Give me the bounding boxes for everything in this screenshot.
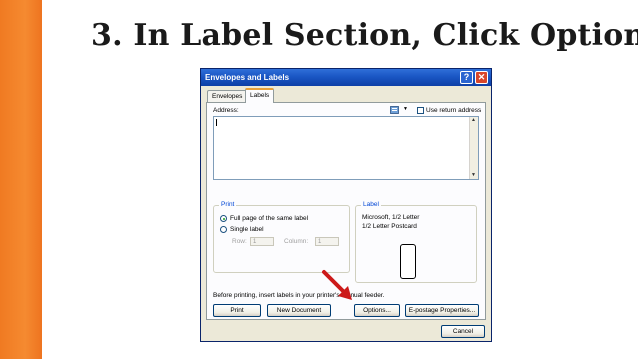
scroll-down-icon[interactable]: ▼ (470, 172, 477, 179)
options-button[interactable]: Options... (354, 304, 400, 317)
use-return-address-checkbox[interactable] (417, 107, 424, 114)
tab-envelopes[interactable]: Envelopes (207, 90, 248, 102)
print-group-title: Print (219, 201, 237, 208)
print-button[interactable]: Print (213, 304, 261, 317)
tab-labels[interactable]: Labels (245, 88, 275, 103)
address-book-icon[interactable] (390, 106, 400, 114)
instruction-text: Before printing, insert labels in your p… (213, 292, 385, 299)
epostage-properties-button[interactable]: E-postage Properties... (405, 304, 479, 317)
cancel-button[interactable]: Cancel (441, 325, 485, 338)
dialog-title: Envelopes and Labels (205, 73, 290, 82)
address-textarea[interactable]: ▲ ▼ (213, 116, 479, 180)
label-group[interactable]: Label Microsoft, 1/2 Letter 1/2 Letter P… (355, 201, 477, 283)
single-label-label: Single label (230, 226, 264, 233)
label-group-title: Label (361, 201, 381, 208)
new-document-button[interactable]: New Document (267, 304, 331, 317)
row-spinner[interactable]: 1 (250, 237, 274, 246)
slide-title: 3. In Label Section, Click Option (91, 18, 638, 53)
address-label: Address: (213, 107, 239, 114)
label-vendor: Microsoft, 1/2 Letter (362, 214, 420, 221)
full-page-radio[interactable] (220, 215, 227, 222)
label-preview-icon (400, 244, 416, 279)
address-scrollbar[interactable]: ▲ ▼ (469, 117, 478, 179)
close-button[interactable]: ✕ (475, 71, 488, 84)
help-button[interactable]: ? (460, 71, 473, 84)
label-product: 1/2 Letter Postcard (362, 223, 417, 230)
print-group: Print Full page of the same label Single… (213, 201, 350, 273)
chevron-down-icon[interactable]: ▼ (403, 106, 408, 112)
column-label: Column: (284, 238, 309, 245)
single-label-radio[interactable] (220, 226, 227, 233)
use-return-address-label: Use return address (426, 107, 482, 114)
full-page-label: Full page of the same label (230, 215, 309, 222)
orange-side-bar (0, 0, 42, 359)
dialog-titlebar: Envelopes and Labels ? ✕ (201, 69, 491, 86)
scroll-up-icon[interactable]: ▲ (470, 117, 477, 124)
red-pointer-arrow-icon (322, 270, 352, 300)
row-label: Row: (232, 238, 247, 245)
column-spinner[interactable]: 1 (315, 237, 339, 246)
text-cursor (216, 119, 217, 126)
